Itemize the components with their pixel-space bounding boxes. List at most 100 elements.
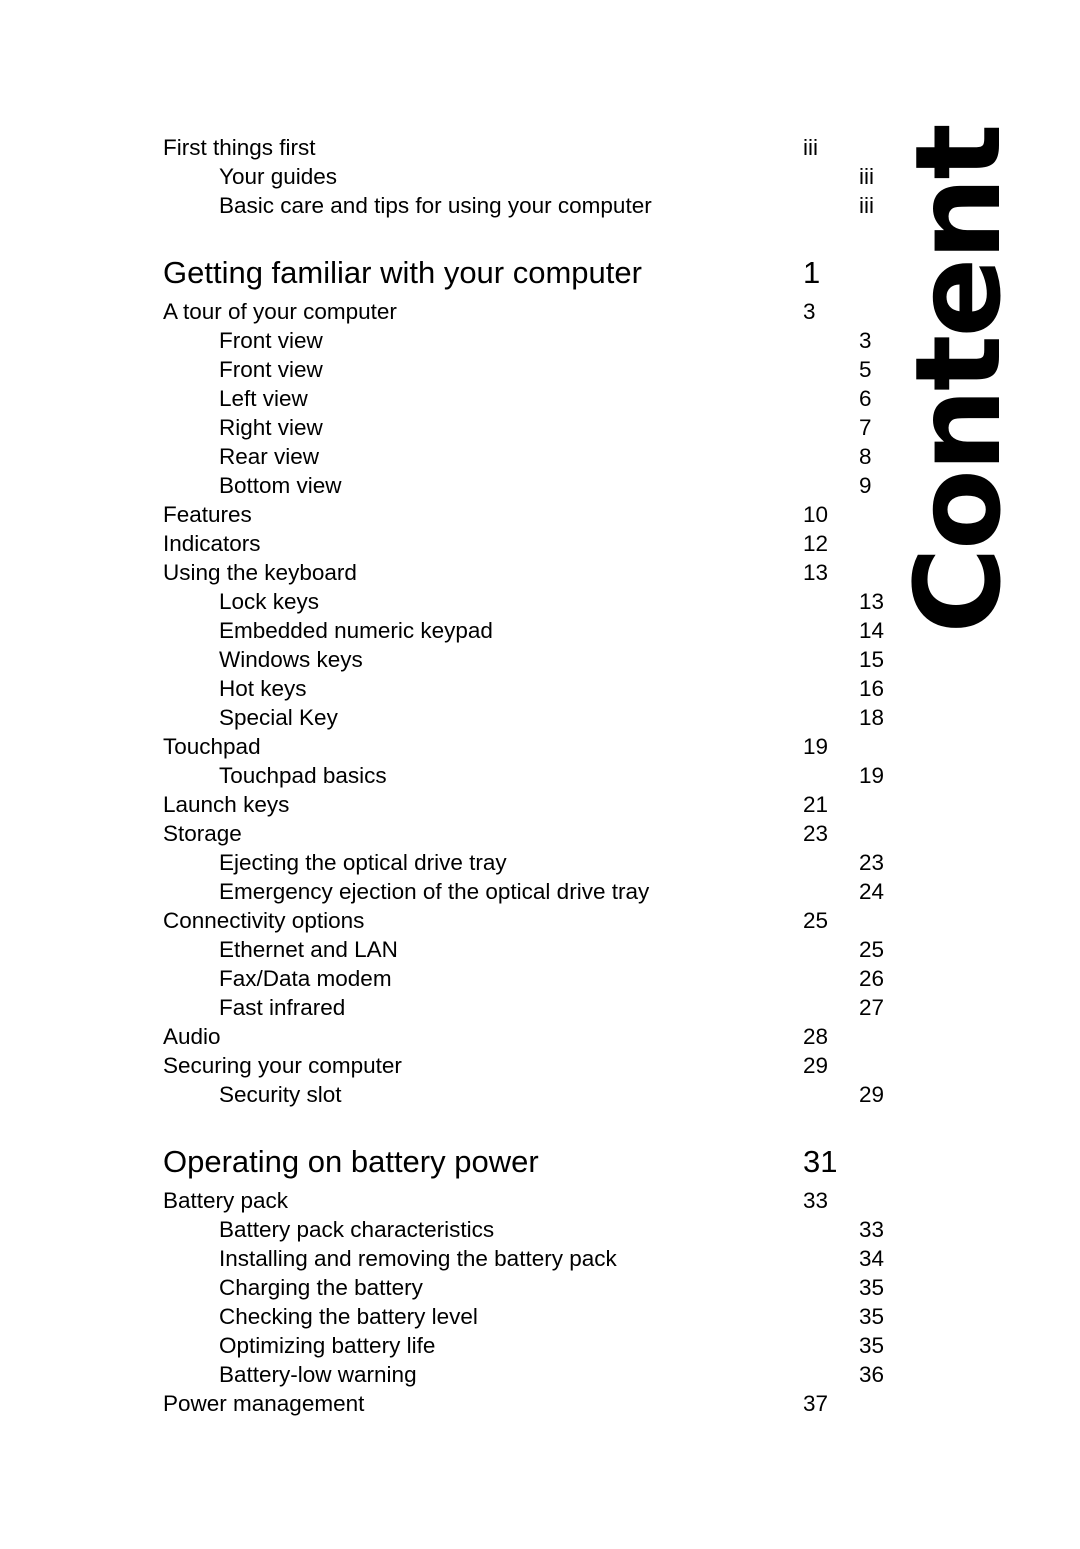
toc-entry-page-number: 19	[859, 763, 885, 788]
toc-subsection-row[interactable]: Emergency ejection of the optical drive …	[163, 877, 919, 906]
toc-entry-label: Checking the battery level	[219, 1304, 478, 1329]
toc-subsection-row[interactable]: Embedded numeric keypad 14	[163, 616, 919, 645]
toc-subsection-row[interactable]: Optimizing battery life 35	[163, 1331, 919, 1360]
toc-entry-page-number: 9	[859, 473, 872, 498]
toc-entry-page-number: 3	[803, 299, 816, 324]
toc-subsection-row[interactable]: Battery pack characteristics 33	[163, 1215, 919, 1244]
toc-subsection-row[interactable]: Fax/Data modem 26	[163, 964, 919, 993]
toc-entry-page-number: 31	[803, 1144, 838, 1179]
toc-subsection-row[interactable]: Special Key 18	[163, 703, 919, 732]
toc-entry-page-number: 27	[859, 995, 885, 1020]
toc-entry-label: Indicators	[163, 531, 261, 556]
toc-subsection-row[interactable]: Front view 5	[163, 355, 919, 384]
toc-entry-page-number: 13	[803, 560, 829, 585]
toc-section-row[interactable]: Connectivity options 25	[163, 906, 863, 935]
toc-entry-page-number: 19	[803, 734, 829, 759]
toc-section-row[interactable]: Battery pack 33	[163, 1186, 863, 1215]
toc-entry-label: First things first	[163, 135, 316, 160]
toc-subsection-row[interactable]: Security slot 29	[163, 1080, 919, 1109]
toc-chapter-row[interactable]: Operating on battery power 31	[163, 1142, 863, 1182]
toc-subsection-row[interactable]: Battery-low warning 36	[163, 1360, 919, 1389]
toc-entry-page-number: iii	[859, 193, 874, 218]
toc-entry-label: Battery-low warning	[219, 1362, 417, 1387]
toc-entry-label: Touchpad basics	[219, 763, 387, 788]
toc-entry-label: Embedded numeric keypad	[219, 618, 493, 643]
toc-entry-page-number: 16	[859, 676, 885, 701]
toc-chapter-row[interactable]: Getting familiar with your computer 1	[163, 253, 863, 293]
toc-entry-page-number: 35	[859, 1333, 885, 1358]
toc-subsection-row[interactable]: Ethernet and LAN 25	[163, 935, 919, 964]
toc-entry-page-number: 35	[859, 1304, 885, 1329]
toc-subsection-row[interactable]: Left view 6	[163, 384, 919, 413]
toc-entry-page-number: 29	[859, 1082, 885, 1107]
toc-entry-page-number: 23	[859, 850, 885, 875]
toc-subsection-row[interactable]: Installing and removing the battery pack…	[163, 1244, 919, 1273]
toc-entry-page-number: 1	[803, 255, 821, 290]
toc-entry-page-number: 18	[859, 705, 885, 730]
toc-subsection-row[interactable]: Windows keys 15	[163, 645, 919, 674]
toc-subsection-row[interactable]: Rear view 8	[163, 442, 919, 471]
toc-entry-page-number: 24	[859, 879, 885, 904]
toc-section-row[interactable]: First things first iii	[163, 133, 863, 162]
toc-entry-label: Left view	[219, 386, 308, 411]
toc-subsection-row[interactable]: Checking the battery level 35	[163, 1302, 919, 1331]
toc-subsection-row[interactable]: Front view 3	[163, 326, 919, 355]
toc-entry-page-number: 7	[859, 415, 872, 440]
toc-entry-page-number: 29	[803, 1053, 829, 1078]
toc-entry-label: Battery pack characteristics	[219, 1217, 495, 1242]
toc-subsection-row[interactable]: Basic care and tips for using your compu…	[163, 191, 919, 220]
toc-section-row[interactable]: Indicators 12	[163, 529, 863, 558]
table-of-contents: First things first iii Your guides iii Basic…	[163, 133, 884, 1418]
toc-entry-label: Your guides	[219, 164, 338, 189]
toc-entry-label: Ethernet and LAN	[219, 937, 398, 962]
toc-subsection-row[interactable]: Touchpad basics 19	[163, 761, 919, 790]
toc-section-row[interactable]: Storage 23	[163, 819, 863, 848]
toc-section-row[interactable]: Launch keys 21	[163, 790, 863, 819]
toc-entry-label: Storage	[163, 821, 242, 846]
toc-entry-page-number: 8	[859, 444, 872, 469]
toc-entry-label: Front view	[219, 357, 323, 382]
toc-entry-label: Windows keys	[219, 647, 363, 672]
toc-section-row[interactable]: Features 10	[163, 500, 863, 529]
toc-subsection-row[interactable]: Charging the battery 35	[163, 1273, 919, 1302]
toc-entry-page-number: 25	[859, 937, 885, 962]
toc-subsection-row[interactable]: Bottom view 9	[163, 471, 919, 500]
toc-entry-label: Securing your computer	[163, 1053, 402, 1078]
toc-section-row[interactable]: Securing your computer 29	[163, 1051, 863, 1080]
toc-entry-label: Bottom view	[219, 473, 342, 498]
toc-entry-page-number: 13	[859, 589, 885, 614]
toc-entry-page-number: 3	[859, 328, 872, 353]
toc-subsection-row[interactable]: Right view 7	[163, 413, 919, 442]
toc-subsection-row[interactable]: Lock keys 13	[163, 587, 919, 616]
toc-section-row[interactable]: Using the keyboard 13	[163, 558, 863, 587]
toc-entry-label: Fax/Data modem	[219, 966, 392, 991]
toc-entry-label: Emergency ejection of the optical drive …	[219, 879, 650, 904]
toc-entry-page-number: 15	[859, 647, 885, 672]
toc-section-row[interactable]: Touchpad 19	[163, 732, 863, 761]
toc-entry-page-number: 26	[859, 966, 885, 991]
toc-subsection-row[interactable]: Fast infrared 27	[163, 993, 919, 1022]
toc-entry-page-number: 21	[803, 792, 829, 817]
toc-entry-label: Right view	[219, 415, 323, 440]
toc-subsection-row[interactable]: Your guides iii	[163, 162, 919, 191]
toc-section-row[interactable]: Power management 37	[163, 1389, 863, 1418]
toc-entry-page-number: 33	[803, 1188, 829, 1213]
toc-entry-page-number: 36	[859, 1362, 885, 1387]
toc-section-row[interactable]: Audio 28	[163, 1022, 863, 1051]
toc-entry-label: Hot keys	[219, 676, 307, 701]
toc-entry-page-number: 5	[859, 357, 872, 382]
toc-subsection-row[interactable]: Hot keys 16	[163, 674, 919, 703]
toc-entry-label: Rear view	[219, 444, 320, 469]
toc-section-row[interactable]: A tour of your computer 3	[163, 297, 863, 326]
toc-entry-label: Lock keys	[219, 589, 320, 614]
toc-entry-label: Battery pack	[163, 1188, 289, 1213]
toc-entry-label: Special Key	[219, 705, 338, 730]
toc-entry-label: Getting familiar with your computer	[163, 255, 642, 290]
toc-subsection-row[interactable]: Ejecting the optical drive tray 23	[163, 848, 919, 877]
toc-entry-label: Security slot	[219, 1082, 342, 1107]
toc-entry-page-number: 37	[803, 1391, 829, 1416]
toc-entry-page-number: 28	[803, 1024, 829, 1049]
toc-entry-page-number: 35	[859, 1275, 885, 1300]
toc-entry-page-number: 33	[859, 1217, 885, 1242]
toc-entry-page-number: iii	[859, 164, 874, 189]
